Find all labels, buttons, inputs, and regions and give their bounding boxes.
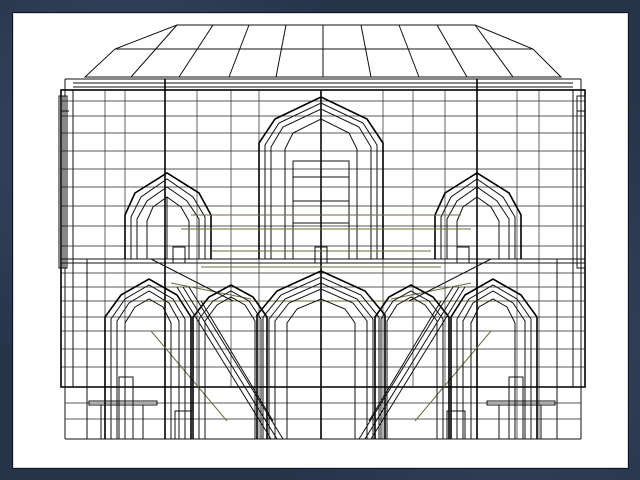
side-pilasters (58, 95, 586, 269)
right-ground-arches (374, 278, 538, 439)
roof (65, 24, 581, 91)
roof-ribs (130, 24, 514, 78)
wireframe-viewport[interactable] (12, 12, 629, 469)
left-ground-arches (104, 278, 268, 439)
center-window (258, 96, 384, 260)
pedestals (88, 246, 556, 440)
horizontal-grid (61, 100, 585, 440)
wireframe-drawing (58, 24, 586, 440)
viewport-frame (0, 0, 640, 480)
